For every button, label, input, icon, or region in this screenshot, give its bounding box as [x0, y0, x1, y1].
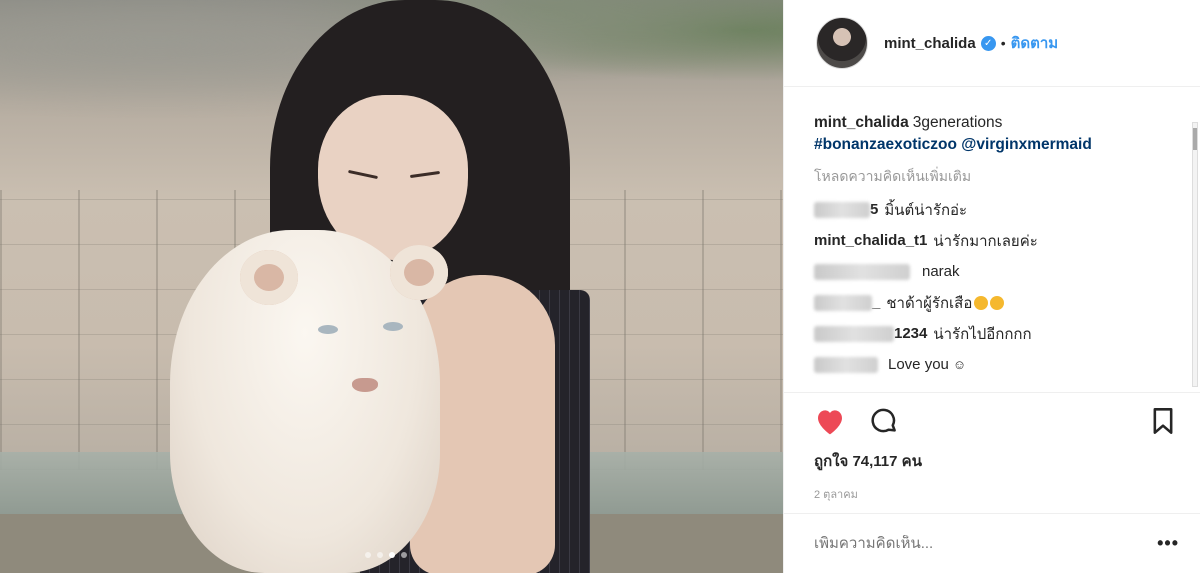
header-username[interactable]: mint_chalida — [884, 35, 976, 52]
header-separator: • — [1000, 35, 1006, 51]
carousel-dot[interactable] — [389, 552, 395, 558]
redacted-username — [814, 356, 878, 373]
redacted-username — [814, 201, 870, 218]
photo-eye — [348, 169, 378, 180]
photo-cub-ear — [240, 250, 298, 305]
post-header: mint_chalida ✓ • ติดตาม — [784, 0, 1200, 87]
comment-username[interactable]: 5 — [870, 201, 878, 218]
carousel-dot[interactable] — [377, 552, 383, 558]
photo-eye — [409, 170, 441, 179]
comment-item: 1234 น่ารักไปอีกกกก — [814, 324, 1189, 343]
add-comment-input[interactable] — [814, 535, 1158, 552]
comment-text: น่ารักมากเลยค่ะ — [933, 232, 1038, 250]
verified-badge-icon: ✓ — [980, 35, 996, 51]
follow-button[interactable]: ติดตาม — [1011, 31, 1059, 55]
load-more-comments-link[interactable]: โหลดความคิดเห็นเพิ่มเติม — [814, 166, 1189, 188]
post-photo[interactable] — [0, 0, 783, 573]
likes-count[interactable]: ถูกใจ 74,117 คน — [814, 449, 1179, 473]
heart-icon — [818, 410, 842, 435]
comments-list[interactable]: mint_chalida 3generations #bonanzaexoticz… — [784, 87, 1189, 392]
photo-cub-ear — [390, 245, 448, 300]
scrollbar-thumb[interactable] — [1193, 128, 1197, 150]
heart-eyes-emoji-icon — [990, 295, 1005, 310]
caption-tags[interactable]: #bonanzaexoticzoo @virginxmermaid — [814, 136, 1092, 153]
heart-eyes-emoji-icon — [974, 295, 989, 310]
post-side-panel: mint_chalida ✓ • ติดตาม mint_chalida 3gen… — [783, 0, 1200, 573]
comment-item: _ ชาด้าผู้รักเสือ — [814, 293, 1189, 312]
add-comment-bar: ••• — [784, 513, 1200, 573]
like-button[interactable] — [814, 405, 846, 437]
photo-cub-eye — [383, 322, 403, 331]
instagram-post: mint_chalida ✓ • ติดตาม mint_chalida 3gen… — [0, 0, 1200, 573]
photo-cub-eye — [318, 325, 338, 334]
comment-button[interactable] — [868, 405, 900, 437]
comment-bubble-icon — [871, 408, 896, 433]
carousel-indicator — [365, 552, 407, 558]
comment-text: ชาด้าผู้รักเสือ — [886, 294, 973, 312]
photo-cub-nose — [352, 378, 378, 392]
comment-username[interactable]: _ — [872, 294, 880, 311]
comment-item: 5 มิ้นต์น่ารักอ่ะ — [814, 200, 1189, 219]
comments-scrollbar[interactable] — [1192, 122, 1198, 387]
smile-emoji-icon: ☺ — [952, 357, 967, 372]
post-date[interactable]: 2 ตุลาคม — [814, 485, 1179, 503]
caption: mint_chalida 3generations #bonanzaexoticz… — [814, 112, 1189, 156]
post-actions: ถูกใจ 74,117 คน 2 ตุลาคม — [784, 392, 1200, 503]
comment-item: mint_chalida_t1 น่ารักมากเลยค่ะ — [814, 231, 1189, 250]
comment-item: narak — [814, 262, 1189, 281]
redacted-username — [814, 263, 910, 280]
caption-username[interactable]: mint_chalida — [814, 114, 909, 131]
avatar[interactable] — [816, 17, 868, 69]
caption-text: 3generations — [912, 114, 1003, 131]
comment-username[interactable]: 1234 — [894, 325, 927, 342]
more-options-icon[interactable]: ••• — [1157, 533, 1179, 554]
comment-text: narak — [922, 263, 960, 280]
comment-text: น่ารักไปอีกกกก — [933, 325, 1032, 343]
redacted-username — [814, 325, 894, 342]
comment-text: Love you — [888, 356, 949, 373]
carousel-dot[interactable] — [401, 552, 407, 558]
comment-text: มิ้นต์น่ารักอ่ะ — [884, 201, 968, 219]
action-icons — [814, 405, 1179, 437]
comment-username[interactable]: mint_chalida_t1 — [814, 232, 927, 249]
bookmark-icon — [1153, 408, 1173, 434]
redacted-username — [814, 294, 872, 311]
comment-item: Love you ☺ — [814, 355, 1189, 374]
carousel-dot[interactable] — [365, 552, 371, 558]
save-button[interactable] — [1147, 405, 1179, 437]
